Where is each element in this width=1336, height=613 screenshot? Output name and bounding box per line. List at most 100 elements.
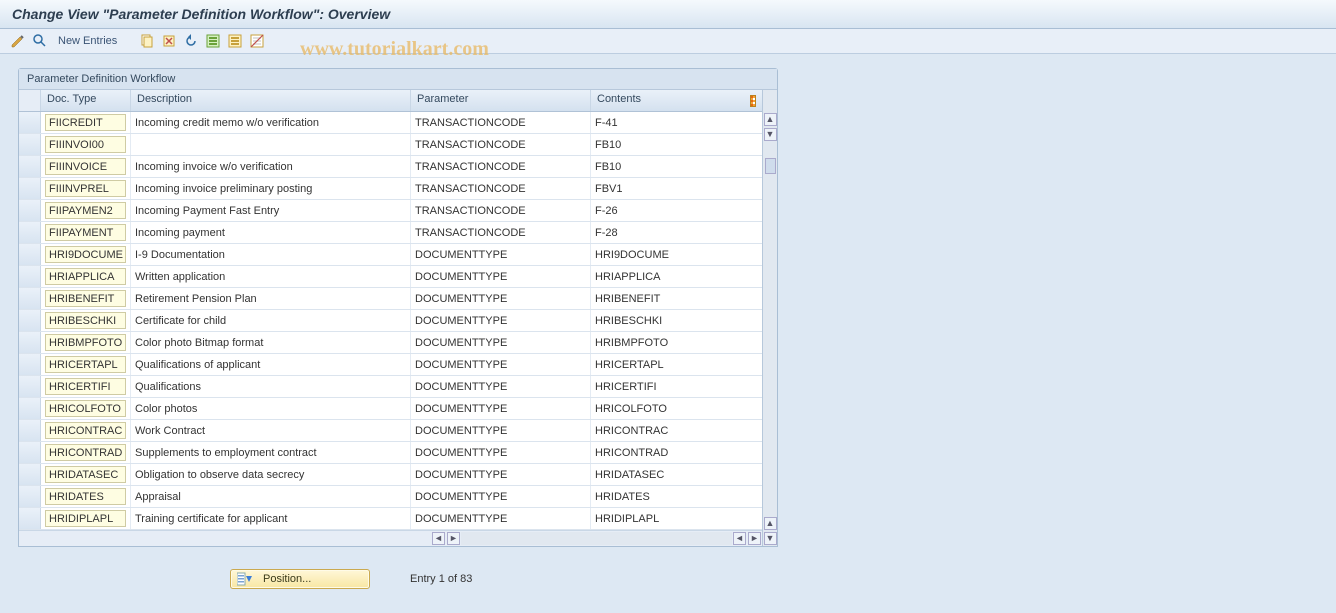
table-row[interactable]: HRIBESCHKICertificate for childDOCUMENTT… (19, 310, 762, 332)
vscroll-down-step-icon[interactable]: ▼ (764, 128, 777, 141)
position-button[interactable]: Position... (230, 569, 370, 589)
new-entries-button[interactable]: New Entries (54, 35, 121, 47)
doc-type-input[interactable]: HRIDIPLAPL (45, 510, 126, 527)
toggle-display-change-icon[interactable] (10, 33, 26, 49)
doc-type-input[interactable]: HRIBMPFOTO (45, 334, 126, 351)
vscroll-down-icon[interactable]: ▼ (764, 532, 777, 545)
doc-type-input[interactable]: HRIBENEFIT (45, 290, 126, 307)
doc-type-input[interactable]: FIIINVOI00 (45, 136, 126, 153)
doc-type-input[interactable]: FIIPAYMEN2 (45, 202, 126, 219)
entry-counter: Entry 1 of 83 (410, 573, 472, 585)
hscroll-right-step-icon[interactable]: ► (447, 532, 460, 545)
row-selector[interactable] (19, 288, 41, 309)
horizontal-scrollbar[interactable]: ◄ ► ◄ ► (19, 530, 762, 546)
hscroll-left-icon[interactable]: ◄ (432, 532, 445, 545)
table-row[interactable]: FIIPAYMEN2Incoming Payment Fast EntryTRA… (19, 200, 762, 222)
table-row[interactable]: FIIPAYMENTIncoming paymentTRANSACTIONCOD… (19, 222, 762, 244)
row-selector[interactable] (19, 332, 41, 353)
row-selector[interactable] (19, 398, 41, 419)
table-row[interactable]: HRIBENEFITRetirement Pension PlanDOCUMEN… (19, 288, 762, 310)
contents-cell: HRICONTRAC (591, 420, 762, 441)
col-header-parameter[interactable]: Parameter (411, 90, 591, 111)
doc-type-input[interactable]: HRICERTAPL (45, 356, 126, 373)
doc-type-input[interactable]: HRIDATASEC (45, 466, 126, 483)
doc-type-input[interactable]: FIIINVOICE (45, 158, 126, 175)
row-selector[interactable] (19, 266, 41, 287)
parameter-cell: DOCUMENTTYPE (411, 332, 591, 353)
select-all-icon[interactable] (205, 33, 221, 49)
panel-title: Parameter Definition Workflow (19, 69, 777, 90)
table-row[interactable]: FIIINVOICE Incoming invoice w/o verificat… (19, 156, 762, 178)
row-selector[interactable] (19, 508, 41, 529)
table-row[interactable]: HRICERTAPLQualifications of applicantDOC… (19, 354, 762, 376)
contents-cell: F-41 (591, 112, 762, 133)
row-selector[interactable] (19, 486, 41, 507)
doc-type-input[interactable]: HRI9DOCUME (45, 246, 126, 263)
vscroll-up-icon[interactable]: ▲ (764, 113, 777, 126)
description-cell: Incoming invoice w/o verification (131, 156, 411, 177)
undo-change-icon[interactable] (183, 33, 199, 49)
row-selector[interactable] (19, 420, 41, 441)
deselect-all-icon[interactable] (249, 33, 265, 49)
doc-type-input[interactable]: HRIDATES (45, 488, 126, 505)
delete-icon[interactable] (161, 33, 177, 49)
vscroll-up-end-icon[interactable]: ▲ (764, 517, 777, 530)
doc-type-input[interactable]: HRICERTIFI (45, 378, 126, 395)
row-selector[interactable] (19, 442, 41, 463)
parameter-cell: DOCUMENTTYPE (411, 464, 591, 485)
doc-type-input[interactable]: HRICOLFOTO (45, 400, 126, 417)
doc-type-input[interactable]: FIIINVPREL (45, 180, 126, 197)
col-header-doc-type[interactable]: Doc. Type (41, 90, 131, 111)
row-selector[interactable] (19, 156, 41, 177)
contents-cell: HRIBESCHKI (591, 310, 762, 331)
vertical-scrollbar[interactable]: ▲ ▼ ▲ ▼ (762, 90, 777, 546)
table-row[interactable]: HRI9DOCUMEI-9 DocumentationDOCUMENTTYPEH… (19, 244, 762, 266)
doc-type-input[interactable]: FIIPAYMENT (45, 224, 126, 241)
row-selector[interactable] (19, 464, 41, 485)
table-row[interactable]: HRIDIPLAPLTraining certificate for appli… (19, 508, 762, 530)
table-row[interactable]: HRIDATASECObligation to observe data sec… (19, 464, 762, 486)
position-icon (237, 572, 253, 586)
doc-type-input[interactable]: HRIBESCHKI (45, 312, 126, 329)
row-selector[interactable] (19, 134, 41, 155)
table-row[interactable]: FIIINVPREL Incoming invoice preliminary p… (19, 178, 762, 200)
row-selector[interactable] (19, 354, 41, 375)
col-header-contents[interactable]: Contents (591, 90, 744, 111)
copy-as-icon[interactable] (139, 33, 155, 49)
contents-cell: HRIDIPLAPL (591, 508, 762, 529)
select-block-icon[interactable] (227, 33, 243, 49)
table-row[interactable]: FIIINVOI00TRANSACTIONCODEFB10 (19, 134, 762, 156)
table-row[interactable]: FIICREDITIncoming credit memo w/o verifi… (19, 112, 762, 134)
row-selector[interactable] (19, 200, 41, 221)
find-icon[interactable] (32, 33, 48, 49)
table-row[interactable]: HRICOLFOTOColor photosDOCUMENTTYPEHRICOL… (19, 398, 762, 420)
row-selector[interactable] (19, 178, 41, 199)
hscroll-left-end-icon[interactable]: ◄ (733, 532, 746, 545)
hscroll-right-icon[interactable]: ► (748, 532, 761, 545)
parameter-cell: DOCUMENTTYPE (411, 442, 591, 463)
doc-type-input[interactable]: HRICONTRAC (45, 422, 126, 439)
row-selector[interactable] (19, 376, 41, 397)
table-row[interactable]: HRIDATESAppraisalDOCUMENTTYPEHRIDATES (19, 486, 762, 508)
parameter-cell: TRANSACTIONCODE (411, 134, 591, 155)
contents-cell: FBV1 (591, 178, 762, 199)
contents-cell: HRICOLFOTO (591, 398, 762, 419)
table-row[interactable]: HRIAPPLICAWritten applicationDOCUMENTTYP… (19, 266, 762, 288)
row-selector[interactable] (19, 244, 41, 265)
parameter-cell: DOCUMENTTYPE (411, 288, 591, 309)
doc-type-input[interactable]: FIICREDIT (45, 114, 126, 131)
description-cell: Incoming invoice preliminary posting (131, 178, 411, 199)
table-row[interactable]: HRICONTRADSupplements to employment cont… (19, 442, 762, 464)
row-selector[interactable] (19, 112, 41, 133)
contents-cell: HRIBMPFOTO (591, 332, 762, 353)
table-row[interactable]: HRICERTIFIQualificationsDOCUMENTTYPEHRIC… (19, 376, 762, 398)
table-settings-icon[interactable] (744, 90, 762, 111)
row-selector[interactable] (19, 222, 41, 243)
table-row[interactable]: HRIBMPFOTOColor photo Bitmap formatDOCUM… (19, 332, 762, 354)
doc-type-input[interactable]: HRIAPPLICA (45, 268, 126, 285)
row-selector[interactable] (19, 310, 41, 331)
vscroll-thumb[interactable] (765, 158, 776, 174)
col-header-description[interactable]: Description (131, 90, 411, 111)
table-row[interactable]: HRICONTRACWork ContractDOCUMENTTYPEHRICO… (19, 420, 762, 442)
doc-type-input[interactable]: HRICONTRAD (45, 444, 126, 461)
